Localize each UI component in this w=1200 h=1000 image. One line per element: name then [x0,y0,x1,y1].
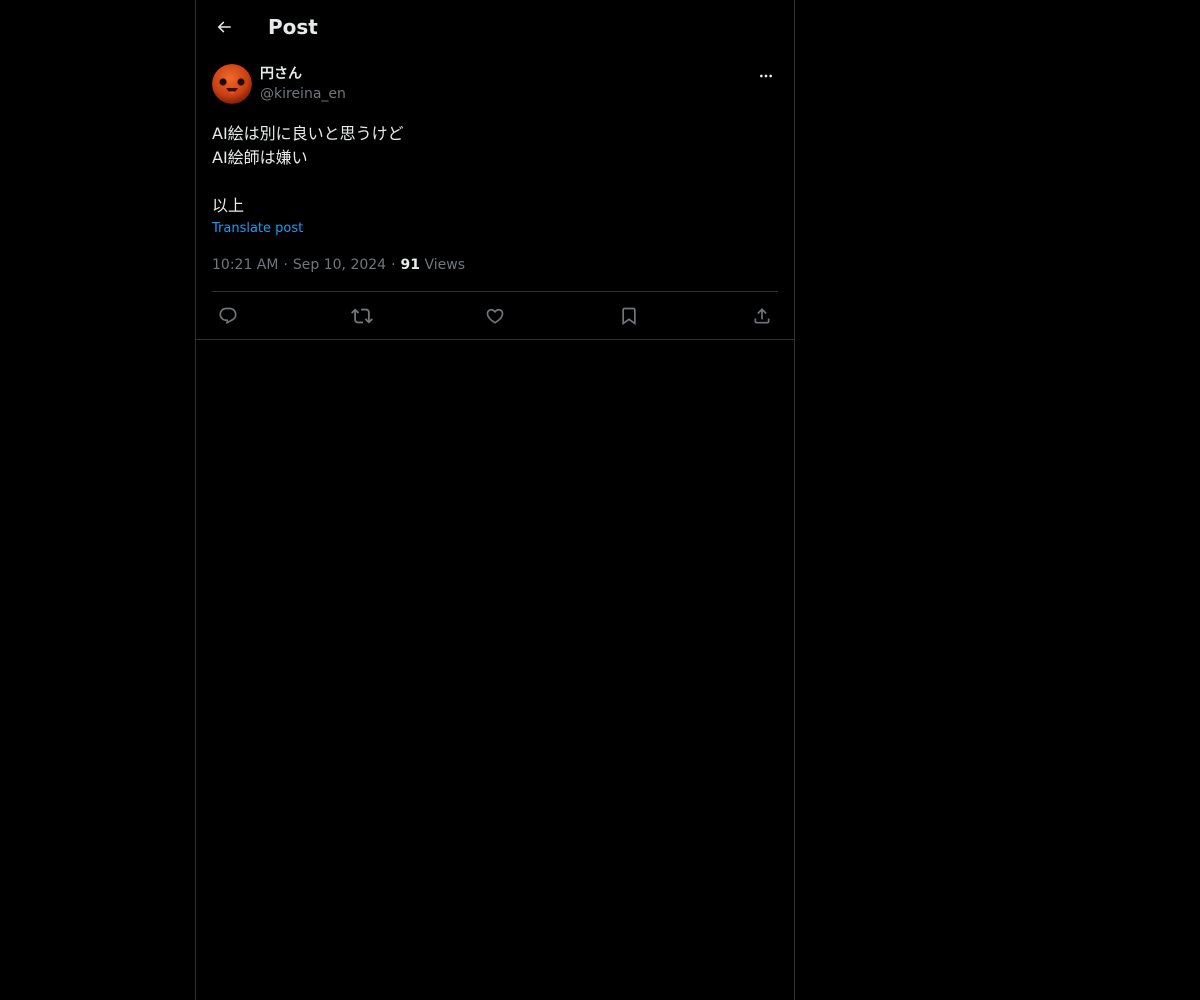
avatar[interactable] [212,64,252,104]
author-handle[interactable]: @kireina_en [260,84,346,104]
back-button[interactable] [210,13,238,41]
post-date[interactable]: Sep 10, 2024 [293,257,386,273]
main-column: Post 円さん @kireina_en AI絵は別に良いと思うけど AI絵師は… [195,0,795,1000]
author-row: 円さん @kireina_en [212,64,778,116]
views-count: 91 [400,257,421,273]
meta-separator: · [283,257,288,273]
more-horizontal-icon [760,74,772,78]
post-meta: 10:21 AM · Sep 10, 2024 · 91 Views [212,255,778,275]
page-title: Post [268,15,318,39]
bottom-divider [196,339,794,340]
action-bar [212,292,778,339]
meta-separator: · [391,257,396,273]
bookmark-icon [621,307,636,325]
like-icon [486,308,504,324]
back-arrow-icon [217,21,231,33]
post-time[interactable]: 10:21 AM [212,257,278,273]
author-display-name[interactable]: 円さん [260,64,346,84]
repost-button[interactable] [350,304,374,328]
author-names: 円さん @kireina_en [260,64,346,104]
like-button[interactable] [483,304,507,328]
share-button[interactable] [750,304,774,328]
post: 円さん @kireina_en AI絵は別に良いと思うけど AI絵師は嫌い 以上… [196,64,794,340]
reply-button[interactable] [216,304,240,328]
more-options-button[interactable] [754,66,778,86]
share-icon [754,307,770,323]
repost-icon [350,308,373,323]
post-text: AI絵は別に良いと思うけど AI絵師は嫌い 以上 [212,124,404,215]
bookmark-button[interactable] [617,304,641,328]
views-label: Views [424,257,466,273]
header: Post [196,0,794,54]
translate-post-link[interactable]: Translate post [212,220,778,238]
avatar-image [212,64,252,104]
reply-icon [219,307,237,324]
